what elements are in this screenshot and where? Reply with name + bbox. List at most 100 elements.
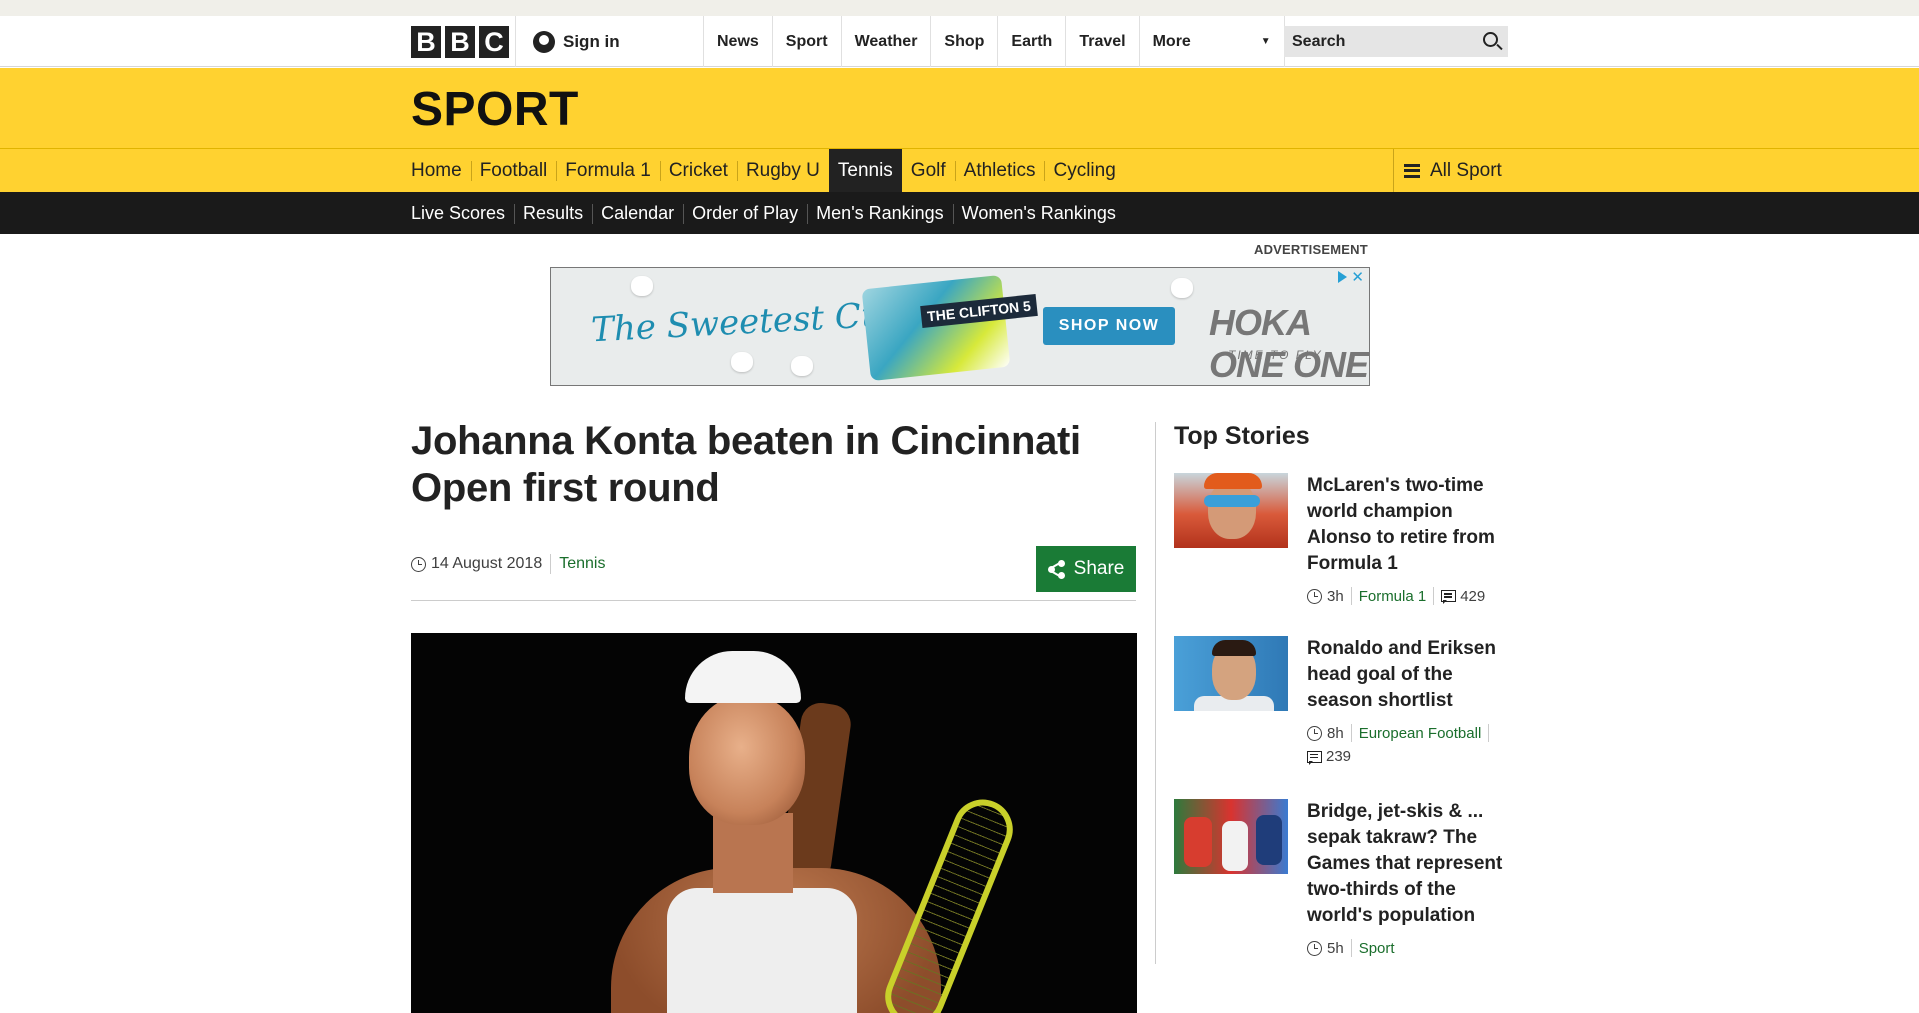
story-title-link[interactable]: McLaren's two-time world champion Alonso…: [1307, 473, 1512, 577]
comment-icon: [1441, 590, 1457, 604]
global-nav-sport[interactable]: Sport: [773, 16, 842, 67]
clock-icon: [411, 556, 426, 572]
search-placeholder: Search: [1292, 32, 1346, 50]
close-icon[interactable]: ✕: [1351, 268, 1364, 286]
player-cap: [685, 651, 801, 703]
marshmallow-decoration: [1171, 278, 1193, 298]
shoe-image: [861, 274, 1011, 382]
top-stories-heading: Top Stories: [1174, 422, 1310, 450]
sport-nav-golf[interactable]: Golf: [902, 149, 955, 192]
account-icon: [533, 30, 555, 53]
global-nav: News Sport Weather Shop Earth Travel Mor…: [703, 16, 1285, 67]
player-neck: [713, 813, 793, 893]
story-comment-count[interactable]: 239: [1326, 748, 1351, 765]
story-meta: 8h European Football 239: [1307, 724, 1512, 765]
marshmallow-decoration: [631, 276, 653, 296]
player-white-top: [667, 888, 857, 1013]
sub-nav-mens-rankings[interactable]: Men's Rankings: [807, 192, 953, 234]
story-topic-link[interactable]: Sport: [1359, 940, 1395, 957]
story-thumbnail[interactable]: [1174, 799, 1288, 874]
story-meta: 3h Formula 1 429: [1307, 587, 1512, 605]
sub-nav-calendar[interactable]: Calendar: [592, 192, 683, 234]
global-nav-shop[interactable]: Shop: [931, 16, 999, 67]
share-button[interactable]: Share: [1036, 546, 1136, 592]
sign-in-label: Sign in: [563, 31, 620, 51]
sport-nav-rugby-union[interactable]: Rugby U: [736, 149, 829, 192]
sport-nav-cricket[interactable]: Cricket: [659, 149, 737, 192]
sport-title[interactable]: SPORT: [411, 82, 579, 137]
sport-nav-athletics[interactable]: Athletics: [954, 149, 1045, 192]
sport-nav: Home Football Formula 1 Cricket Rugby U …: [0, 148, 1919, 192]
article-hero-image: [411, 633, 1137, 1013]
story-thumbnail[interactable]: [1174, 636, 1288, 711]
divider: [550, 554, 552, 574]
sport-nav-formula-1[interactable]: Formula 1: [556, 149, 660, 192]
global-nav-news[interactable]: News: [704, 16, 773, 67]
top-story-item[interactable]: McLaren's two-time world champion Alonso…: [1174, 473, 1514, 613]
divider: [1488, 724, 1490, 742]
global-nav-travel[interactable]: Travel: [1066, 16, 1140, 67]
sign-in-link[interactable]: Sign in: [515, 16, 703, 67]
clock-icon: [1307, 588, 1322, 604]
bbc-logo[interactable]: B B C: [411, 26, 509, 58]
sub-nav-order-of-play[interactable]: Order of Play: [683, 192, 807, 234]
story-age: 3h: [1327, 587, 1344, 605]
bbc-logo-letter: C: [479, 26, 509, 58]
ad-choices-icon[interactable]: [1338, 271, 1347, 283]
advertisement-label: ADVERTISEMENT: [1254, 242, 1368, 257]
article-topic-link[interactable]: Tennis: [559, 555, 605, 573]
story-title-link[interactable]: Bridge, jet-skis & ... sepak takraw? The…: [1307, 799, 1512, 929]
divider: [1350, 587, 1352, 605]
global-nav-earth[interactable]: Earth: [998, 16, 1067, 67]
story-thumbnail[interactable]: [1174, 473, 1288, 548]
sport-nav-football[interactable]: Football: [470, 149, 557, 192]
sport-nav-home[interactable]: Home: [411, 149, 471, 192]
share-icon: [1047, 560, 1066, 579]
article-headline: Johanna Konta beaten in Cincinnati Open …: [411, 419, 1081, 510]
more-label: More: [1152, 32, 1191, 50]
all-sport-button[interactable]: All Sport: [1393, 149, 1508, 192]
sub-nav-live-scores[interactable]: Live Scores: [411, 192, 514, 234]
clock-icon: [1307, 940, 1322, 956]
marshmallow-decoration: [791, 356, 813, 376]
story-topic-link[interactable]: European Football: [1359, 725, 1482, 742]
divider: [1350, 939, 1352, 957]
ad-shop-now-button[interactable]: SHOP NOW: [1043, 307, 1175, 345]
player-face: [689, 695, 805, 825]
sidebar-divider: [1155, 422, 1156, 964]
article-date: 14 August 2018: [431, 555, 543, 572]
search-icon[interactable]: [1483, 32, 1498, 47]
bbc-global-header: B B C Sign in News Sport Weather Shop Ea…: [0, 16, 1919, 67]
bbc-logo-letter: B: [445, 26, 475, 58]
sport-masthead: SPORT: [0, 68, 1919, 148]
top-story-item[interactable]: Bridge, jet-skis & ... sepak takraw? The…: [1174, 799, 1514, 969]
marshmallow-decoration: [731, 352, 753, 372]
story-title-link[interactable]: Ronaldo and Eriksen head goal of the sea…: [1307, 636, 1512, 714]
story-age: 5h: [1327, 939, 1344, 957]
sub-nav-womens-rankings[interactable]: Women's Rankings: [952, 192, 1125, 234]
divider: [1350, 724, 1352, 742]
search-input[interactable]: Search: [1284, 26, 1508, 57]
ad-brand-logo: HOKA ONE ONE: [1209, 302, 1369, 385]
story-age: 8h: [1327, 724, 1344, 742]
global-nav-weather[interactable]: Weather: [842, 16, 932, 67]
sport-nav-cycling[interactable]: Cycling: [1044, 149, 1124, 192]
story-meta: 5h Sport: [1307, 939, 1512, 957]
ad-brand-slogan: TIME TO FLY: [1228, 348, 1323, 362]
divider: [1433, 587, 1435, 605]
story-topic-link[interactable]: Formula 1: [1359, 588, 1427, 605]
tennis-sub-nav: Live Scores Results Calendar Order of Pl…: [0, 192, 1919, 234]
advertisement-banner[interactable]: The Sweetest Cushion! THE CLIFTON 5 SHOP…: [550, 267, 1370, 386]
browser-top-strip: [0, 0, 1919, 16]
bbc-logo-letter: B: [411, 26, 441, 58]
menu-icon: [1404, 163, 1420, 178]
divider: [411, 600, 1136, 601]
story-comment-count[interactable]: 429: [1460, 588, 1485, 605]
top-story-item[interactable]: Ronaldo and Eriksen head goal of the sea…: [1174, 636, 1514, 776]
clock-icon: [1307, 725, 1322, 741]
share-label: Share: [1073, 558, 1125, 579]
global-nav-more[interactable]: More ▼: [1140, 16, 1285, 67]
sport-nav-tennis[interactable]: Tennis: [828, 149, 902, 192]
sub-nav-results[interactable]: Results: [514, 192, 592, 234]
caret-down-icon: ▼: [1260, 36, 1271, 47]
